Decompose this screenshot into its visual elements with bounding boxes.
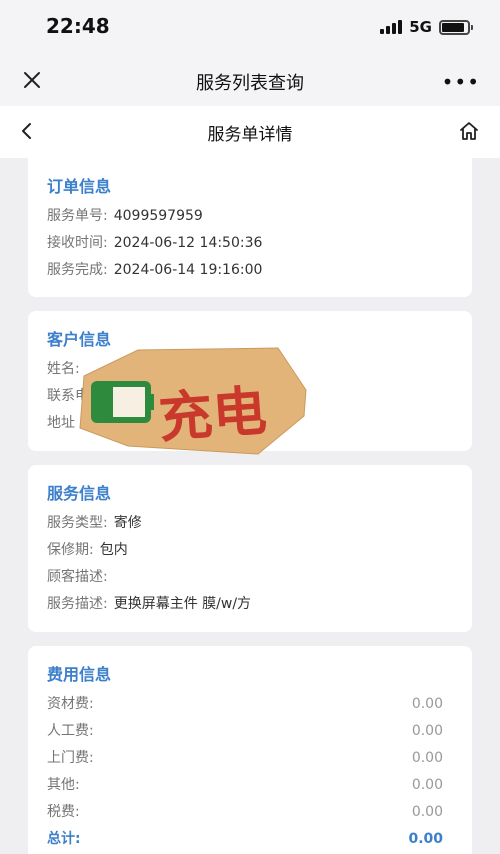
row-label: 姓名:: [47, 361, 80, 377]
fee-value: 0.00: [411, 696, 443, 712]
status-bar: 22:48 5G: [0, 0, 500, 58]
network-type: 5G: [409, 18, 432, 36]
page-header: 服务单详情: [0, 106, 500, 158]
customer-description-row: 顾客描述:: [47, 564, 453, 591]
warranty-row: 保修期: 包内: [47, 537, 453, 564]
home-icon[interactable]: [458, 120, 480, 142]
service-description-row: 服务描述: 更换屏幕主件 膜/w/方: [47, 591, 453, 618]
order-number: 4099597959: [113, 208, 203, 224]
status-indicators: 5G: [380, 18, 473, 36]
order-info-title: 订单信息: [47, 177, 112, 196]
completed-time-row: 服务完成: 2024-06-14 19:16:00: [47, 257, 453, 284]
fee-value: 0.00: [411, 750, 443, 766]
row-label: 保修期:: [47, 542, 94, 558]
row-label: 服务类型:: [47, 515, 108, 531]
row-label: 其他:: [47, 777, 80, 793]
fee-value: 0.00: [411, 777, 443, 793]
row-label: 地址: [47, 415, 75, 431]
more-icon[interactable]: •••: [442, 70, 480, 94]
row-label: 服务完成:: [47, 262, 108, 278]
row-label: 服务描述:: [47, 596, 108, 612]
fee-info-card: 费用信息 资材费: 0.00 人工费: 0.00 上门费: 0.00 其他: 0…: [28, 646, 472, 854]
order-info-card: 订单信息 服务单号: 4099597959 接收时间: 2024-06-12 1…: [28, 158, 472, 297]
order-number-row: 服务单号: 4099597959: [47, 203, 453, 230]
charge-sticker: 充电: [79, 347, 307, 455]
received-time: 2024-06-12 14:50:36: [113, 235, 263, 251]
received-time-row: 接收时间: 2024-06-12 14:50:36: [47, 230, 453, 257]
service-info-title: 服务信息: [47, 484, 112, 503]
labor-fee-row: 人工费: 0.00: [47, 718, 453, 745]
row-label: 税费:: [47, 804, 80, 820]
visit-fee-row: 上门费: 0.00: [47, 745, 453, 772]
material-fee-row: 资材费: 0.00: [47, 691, 453, 718]
battery-icon: [439, 19, 473, 35]
mini-program-nav: 服务列表查询 •••: [0, 58, 500, 106]
signal-icon: [380, 20, 403, 34]
completed-time: 2024-06-14 19:16:00: [113, 262, 263, 278]
other-fee-row: 其他: 0.00: [47, 772, 453, 799]
total-fee-row: 总计: 0.00: [47, 826, 453, 853]
service-description: 更换屏幕主件 膜/w/方: [113, 596, 252, 612]
fee-value: 0.00: [411, 723, 443, 739]
sticker-text: 充电: [156, 379, 268, 449]
row-label: 资材费:: [47, 696, 94, 712]
mini-program-title: 服务列表查询: [196, 73, 304, 94]
row-label: 人工费:: [47, 723, 94, 739]
service-info-card: 服务信息 服务类型: 寄修 保修期: 包内 顾客描述: 服务描述: 更换屏幕主件…: [28, 465, 472, 632]
tax-fee-row: 税费: 0.00: [47, 799, 453, 826]
total-value: 0.00: [408, 831, 443, 847]
warranty-status: 包内: [99, 542, 128, 558]
row-label: 上门费:: [47, 750, 94, 766]
fee-info-title: 费用信息: [47, 665, 112, 684]
row-label: 顾客描述:: [47, 569, 108, 585]
status-time: 22:48: [46, 14, 110, 38]
page-title: 服务单详情: [207, 125, 293, 145]
service-type-row: 服务类型: 寄修: [47, 510, 453, 537]
fee-value: 0.00: [411, 804, 443, 820]
service-type: 寄修: [113, 515, 142, 531]
total-label: 总计:: [47, 831, 81, 847]
row-label: 接收时间:: [47, 235, 108, 251]
row-label: 服务单号:: [47, 208, 108, 224]
